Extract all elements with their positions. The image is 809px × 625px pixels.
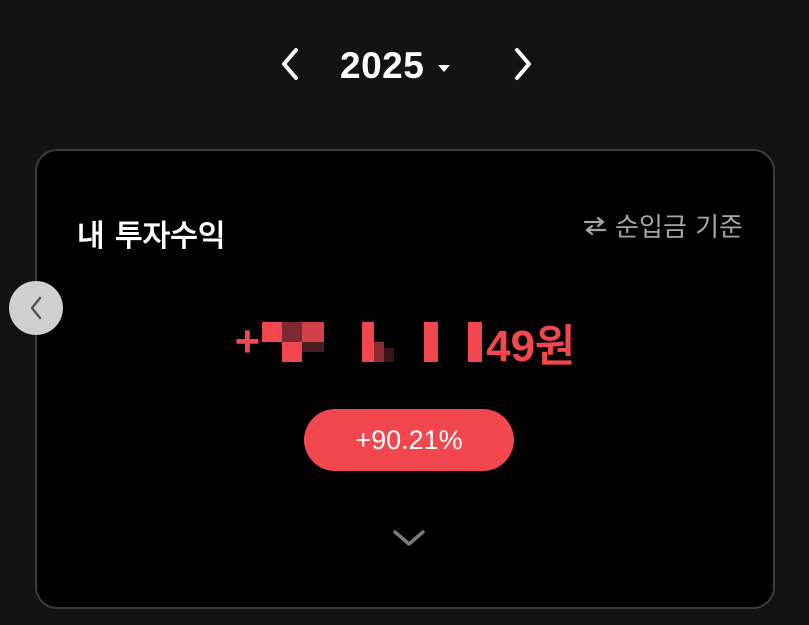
chevron-left-icon [30, 296, 42, 320]
swap-arrows-icon [584, 216, 607, 235]
caret-down-icon [438, 64, 451, 72]
profit-suffix: 49원 [486, 322, 576, 371]
carousel-prev-button[interactable] [9, 281, 63, 335]
next-year-button[interactable] [503, 44, 543, 84]
profit-amount: + 49원 [234, 310, 575, 374]
card-title: 내 투자수익 [77, 219, 226, 254]
return-rate-badge: +90.21% [304, 409, 514, 471]
pixelated-redaction [262, 320, 484, 364]
investment-profit-card: 내 투자수익 순입금 기준 + 49원 +90.21% [35, 149, 775, 609]
profit-amount-row: + 49원 [37, 314, 773, 371]
expand-details-button[interactable] [390, 525, 428, 551]
year-navigator: 2025 [0, 36, 809, 96]
chevron-right-icon [515, 48, 531, 80]
year-label: 2025 [340, 45, 425, 86]
chevron-left-icon [282, 48, 298, 80]
prev-year-button[interactable] [270, 44, 310, 84]
basis-toggle-label: 순입금 기준 [615, 213, 743, 243]
profit-prefix: + [234, 317, 261, 366]
chevron-down-icon [393, 530, 425, 546]
year-select[interactable]: 2025 [340, 42, 451, 90]
basis-toggle-button[interactable]: 순입금 기준 [583, 207, 743, 244]
